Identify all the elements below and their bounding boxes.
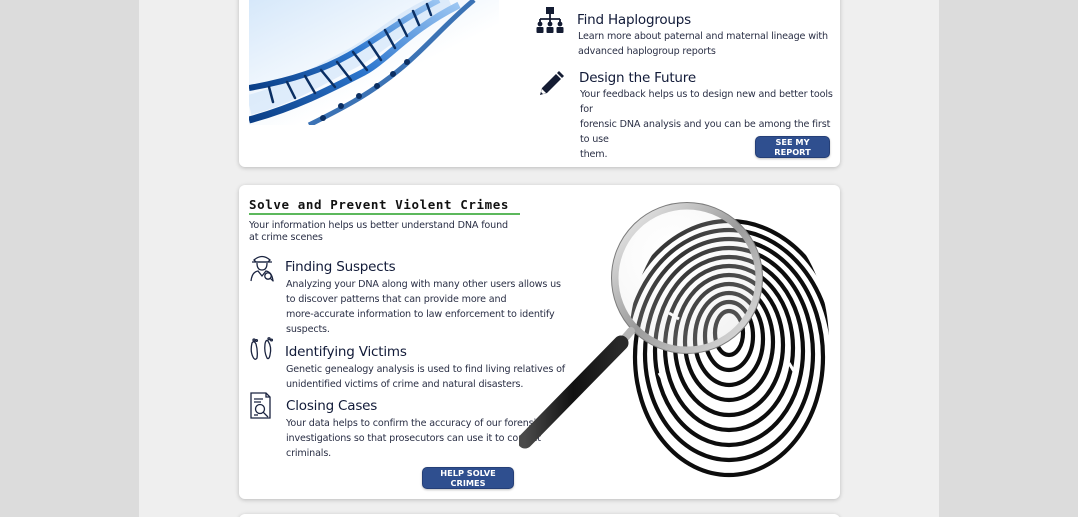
feature-title-identifying-victims: Identifying Victims bbox=[285, 344, 407, 360]
feature-title-finding-suspects: Finding Suspects bbox=[285, 259, 396, 275]
help-solve-crimes-button[interactable]: HELP SOLVE CRIMES bbox=[422, 467, 514, 489]
fingerprint-magnifier-image bbox=[517, 193, 839, 493]
section-intro: Your information helps us better underst… bbox=[249, 220, 508, 243]
description-line: investigations so that prosecutors can u… bbox=[286, 433, 541, 444]
feature-description-find-haplogroups: Learn more about paternal and maternal l… bbox=[578, 29, 828, 59]
hierarchy-icon bbox=[536, 6, 564, 39]
case-file-icon bbox=[248, 391, 276, 426]
feature-description-closing-cases: Your data helps to confirm the accuracy … bbox=[286, 416, 541, 461]
heading-underline bbox=[249, 213, 520, 215]
detective-icon bbox=[248, 252, 276, 287]
dna-helix-image bbox=[249, 0, 499, 125]
description-line: Your feedback helps us to design new and… bbox=[580, 89, 833, 115]
description-line: Your data helps to confirm the accuracy … bbox=[286, 418, 542, 429]
footprints-icon bbox=[248, 337, 276, 368]
feature-title-find-haplogroups: Find Haplogroups bbox=[577, 12, 691, 28]
see-my-report-button[interactable]: SEE MY REPORT bbox=[755, 136, 830, 158]
description-line: criminals. bbox=[286, 448, 332, 459]
crimes-card: Solve and Prevent Violent Crimes Your in… bbox=[239, 185, 840, 499]
description-line: Learn more about paternal and maternal l… bbox=[578, 31, 828, 42]
report-card: Find Haplogroups Learn more about patern… bbox=[239, 0, 840, 167]
section-heading: Solve and Prevent Violent Crimes bbox=[249, 197, 510, 212]
pencil-icon bbox=[537, 70, 565, 103]
feature-title-design-the-future: Design the Future bbox=[579, 70, 696, 86]
feature-title-closing-cases: Closing Cases bbox=[286, 398, 378, 414]
description-line: advanced haplogroup reports bbox=[578, 46, 716, 57]
